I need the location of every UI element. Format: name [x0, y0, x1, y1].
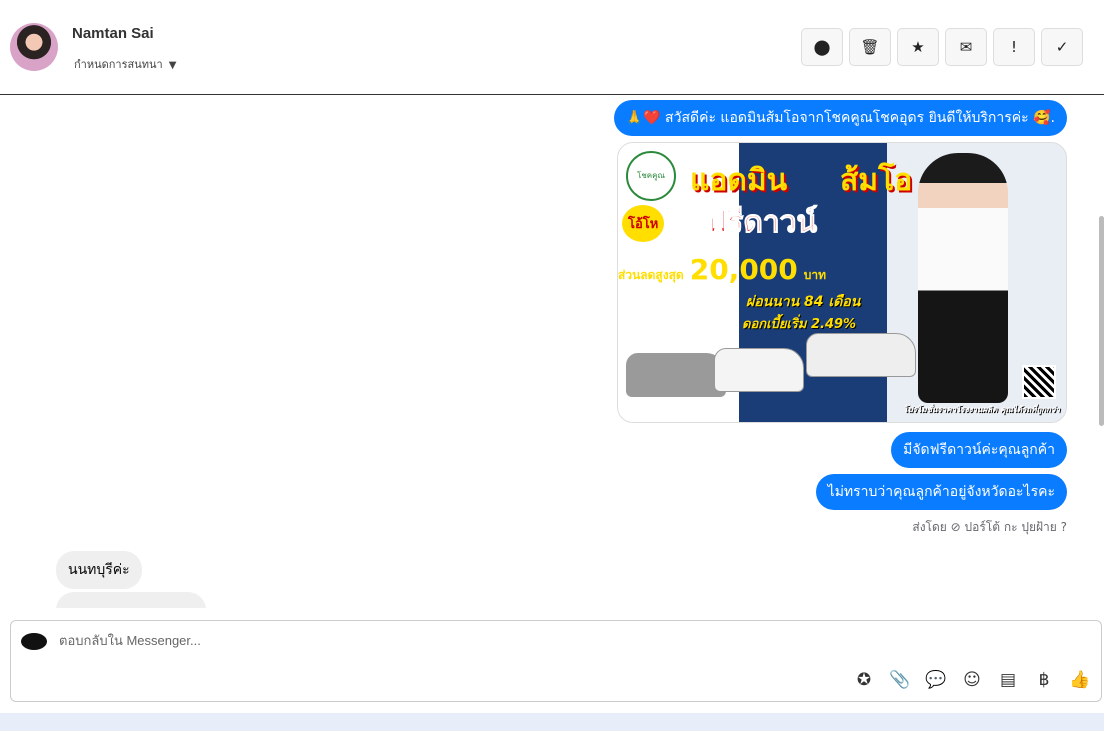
mark-unread-button[interactable]: ✉: [945, 28, 987, 66]
conversation-header: Namtan Sai กำหนดการสนทนา ▼ ⬤ 🗑 ★ ✉ ! ✓: [0, 0, 1104, 95]
avatar[interactable]: [10, 23, 58, 71]
done-button[interactable]: ✓: [1041, 28, 1083, 66]
promo-person: [918, 153, 1008, 403]
schedule-dropdown[interactable]: กำหนดการสนทนา ▼: [74, 55, 176, 73]
message-thread[interactable]: 🙏❤️ สวัสดีค่ะ แอดมินส้มโอจากโชคคูณโชคอุด…: [0, 96, 1104, 608]
report-icon: ⬤: [813, 38, 831, 56]
car-image: [714, 348, 804, 392]
check-icon: ✓: [1055, 38, 1069, 56]
saved-reply-icon[interactable]: ✪: [853, 669, 875, 691]
discount-value: 20,000: [689, 253, 798, 286]
catalog-icon[interactable]: ▤: [997, 669, 1019, 691]
quick-reply-icon[interactable]: 💬: [925, 669, 947, 691]
dealer-logo: โชคคูณ: [626, 151, 676, 201]
promo-title-name: ส้มโอ: [840, 163, 913, 198]
currency: บาท: [803, 268, 827, 282]
message-incoming: นนทบุรีค่ะ: [56, 551, 142, 589]
like-icon[interactable]: 👍: [1069, 669, 1091, 691]
mail-icon: ✉: [959, 38, 973, 56]
trash-icon: 🗑: [860, 38, 880, 56]
contact-name[interactable]: Namtan Sai: [72, 25, 154, 42]
important-button[interactable]: !: [993, 28, 1035, 66]
car-image: [626, 353, 726, 397]
promo-image[interactable]: โชคคูณ แอดมิน ส้มโอ โอ้โห ฟรีดาวน์ ส่วนล…: [617, 142, 1067, 423]
page-avatar: [21, 633, 47, 650]
promo-title: แอดมิน: [690, 163, 788, 198]
caret-down-icon: ▼: [168, 60, 177, 71]
report-button[interactable]: ⬤: [801, 28, 843, 66]
important-icon: !: [1010, 38, 1017, 56]
footer-bar: [0, 713, 1104, 731]
reply-composer: ✪ 📎 💬 ☺ ▤ ฿ 👍: [10, 620, 1102, 702]
delete-button[interactable]: 🗑: [849, 28, 891, 66]
promo-installment: ผ่อนนาน 84 เดือน: [746, 294, 861, 310]
promo-interest: ดอกเบี้ยเริ่ม 2.49%: [742, 317, 857, 332]
message-outgoing: มีจัดฟรีดาวน์ค่ะคุณลูกค้า: [891, 432, 1067, 468]
promo-headline: ฟรีดาวน์: [705, 205, 818, 241]
promo-discount: ส่วนลดสูงสุด 20,000 บาท: [618, 253, 826, 286]
payment-icon[interactable]: ฿: [1033, 669, 1055, 691]
emoji-icon[interactable]: ☺: [961, 669, 983, 691]
promo-footer: โปรโมชั่นราคาโรงงานผลิต คุณได้รถที่ถูกกว…: [903, 405, 1060, 414]
message-incoming: [56, 592, 206, 608]
car-image: [806, 333, 916, 377]
scrollbar[interactable]: [1099, 216, 1104, 426]
qr-code: [1022, 365, 1056, 399]
promo-badge: โอ้โห: [622, 205, 665, 242]
star-icon: ★: [911, 38, 925, 56]
reply-input[interactable]: [59, 633, 759, 648]
message-outgoing: ไม่ทราบว่าคุณลูกค้าอยู่จังหวัดอะไรคะ: [815, 474, 1067, 510]
star-button[interactable]: ★: [897, 28, 939, 66]
discount-label: ส่วนลดสูงสุด: [618, 268, 684, 282]
attach-icon[interactable]: 📎: [889, 669, 911, 691]
schedule-label: กำหนดการสนทนา: [74, 58, 163, 71]
sent-by-info: ส่งโดย ⊘ ปอร์โต้ กะ ปุยฝ้าย ?: [912, 520, 1067, 534]
message-outgoing: 🙏❤️ สวัสดีค่ะ แอดมินส้มโอจากโชคคูณโชคอุด…: [613, 100, 1067, 136]
